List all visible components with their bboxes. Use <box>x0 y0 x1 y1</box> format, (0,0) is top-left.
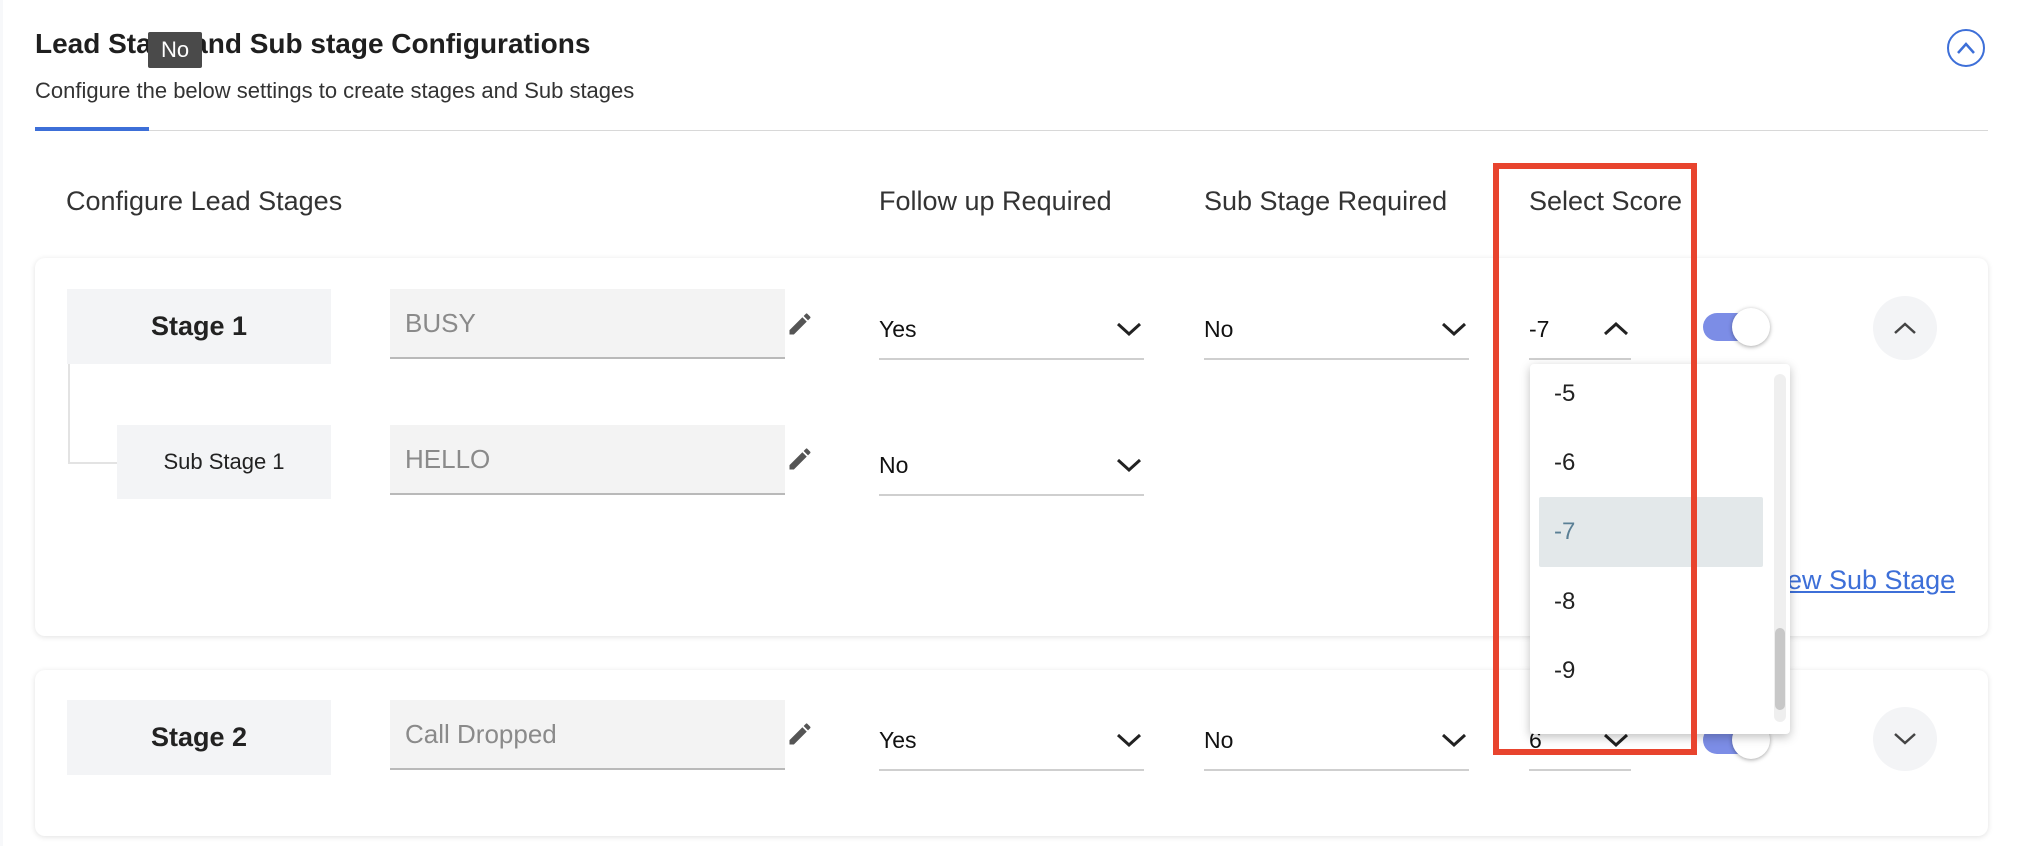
chevron-up-icon <box>1894 322 1916 334</box>
stage-2-follow-up-value: Yes <box>879 726 917 753</box>
chevron-down-icon <box>1116 458 1142 473</box>
collapse-section-button[interactable] <box>1947 29 1985 67</box>
page-subtitle: Configure the below settings to create s… <box>35 78 635 103</box>
stage-1-name-input[interactable] <box>390 289 785 359</box>
stage-1-collapse-button[interactable] <box>1873 296 1937 360</box>
sub-stage-1-name-input[interactable] <box>390 425 785 495</box>
dropdown-scrollbar-thumb[interactable] <box>1775 628 1785 710</box>
stage-2-expand-button[interactable] <box>1873 707 1937 771</box>
sub-stage-connector <box>68 364 118 464</box>
sub-stage-1-follow-up-select[interactable]: No <box>879 436 1144 496</box>
chevron-down-icon <box>1441 322 1467 337</box>
select-score-highlight-box <box>1493 163 1697 755</box>
column-header-sub-stage-required: Sub Stage Required <box>1204 186 1448 216</box>
stage-2-follow-up-select[interactable]: Yes <box>879 711 1144 771</box>
stage-1-follow-up-select[interactable]: Yes <box>879 300 1144 360</box>
stage-1-sub-stage-required-value: No <box>1204 315 1234 342</box>
sub-stage-1-label: Sub Stage 1 <box>117 425 331 499</box>
chevron-down-icon <box>1116 733 1142 748</box>
column-header-follow-up-required: Follow up Required <box>879 186 1112 216</box>
stage-1-toggle-knob[interactable] <box>1732 308 1770 346</box>
sub-stage-1-follow-up-value: No <box>879 451 909 478</box>
stage-2-name-input[interactable] <box>390 700 785 770</box>
edit-pencil-icon[interactable] <box>786 720 814 748</box>
stage-2-label: Stage 2 <box>67 700 331 775</box>
chevron-down-icon <box>1441 733 1467 748</box>
stage-2-sub-stage-required-select[interactable]: No <box>1204 711 1469 771</box>
tooltip: No <box>148 32 202 68</box>
chevron-up-icon <box>1957 42 1975 54</box>
chevron-down-icon <box>1894 733 1916 745</box>
stage-1-label: Stage 1 <box>67 289 331 364</box>
stage-1-sub-stage-required-select[interactable]: No <box>1204 300 1469 360</box>
edit-pencil-icon[interactable] <box>786 445 814 473</box>
column-header-configure-lead-stages: Configure Lead Stages <box>66 186 343 216</box>
chevron-down-icon <box>1116 322 1142 337</box>
stage-1-follow-up-value: Yes <box>879 315 917 342</box>
active-tab-indicator <box>35 127 149 131</box>
add-new-sub-stage-link[interactable]: ew Sub Stage <box>1787 565 1955 596</box>
edit-pencil-icon[interactable] <box>786 310 814 338</box>
page-title: Lead Stage and Sub stage Configurations <box>35 28 591 59</box>
stage-2-sub-stage-required-value: No <box>1204 726 1234 753</box>
divider <box>35 130 1988 131</box>
